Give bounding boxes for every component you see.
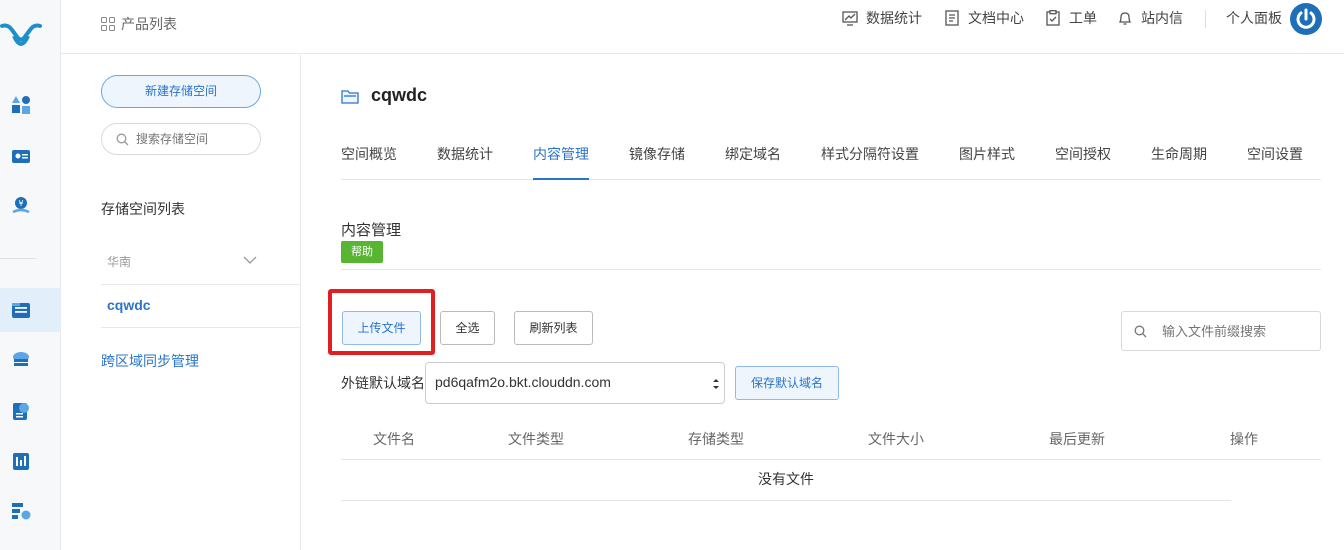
search-icon [116, 133, 129, 146]
avatar[interactable] [1290, 3, 1322, 35]
new-bucket-button[interactable]: 新建存储空间 [101, 75, 261, 108]
bucket-search[interactable] [101, 123, 261, 155]
tab-content-management[interactable]: 内容管理 [533, 144, 589, 180]
shapes-icon[interactable] [11, 95, 31, 115]
bucket-list-title: 存储空间列表 [101, 202, 185, 218]
bell-icon [1118, 12, 1132, 25]
divider [101, 327, 301, 328]
table-header: 文件名 文件类型 存储类型 文件大小 最后更新 操作 [341, 419, 1321, 460]
tab-settings[interactable]: 空间设置 [1247, 144, 1303, 180]
tab-overview[interactable]: 空间概览 [341, 144, 397, 180]
empty-state: 没有文件 [341, 460, 1231, 501]
select-arrows-icon [713, 379, 719, 389]
section-title: 内容管理 [341, 221, 402, 239]
product-list-label: 产品列表 [121, 17, 177, 33]
tab-lifecycle[interactable]: 生命周期 [1151, 144, 1207, 180]
nav-stats-label: 数据统计 [866, 11, 922, 27]
sidebar-item-cqwdc[interactable]: cqwdc [107, 297, 151, 313]
nav-ticket[interactable]: 工单 [1045, 8, 1097, 28]
help-badge[interactable]: 帮助 [341, 241, 383, 263]
rail-divider [0, 258, 36, 259]
default-domain-select[interactable]: pd6qafm2o.bkt.clouddn.com [425, 362, 725, 404]
select-all-button[interactable]: 全选 [440, 311, 495, 345]
icon-rail: ¥ [0, 0, 61, 550]
region-group[interactable]: 华南 [101, 245, 301, 285]
storage-icon[interactable] [11, 300, 31, 320]
tab-bind-domain[interactable]: 绑定域名 [725, 144, 781, 180]
tab-stats[interactable]: 数据统计 [437, 144, 493, 180]
document-icon [945, 10, 959, 26]
logo-icon[interactable] [0, 18, 42, 52]
section-divider [341, 269, 1321, 270]
col-filetype[interactable]: 文件类型 [508, 429, 564, 449]
nav-stats[interactable]: 数据统计 [842, 8, 922, 28]
default-domain-value: pd6qafm2o.bkt.clouddn.com [435, 374, 611, 390]
nav-docs-label: 文档中心 [968, 11, 1024, 27]
folder-icon [341, 89, 359, 104]
main-content: cqwdc 空间概览 数据统计 内容管理 镜像存储 绑定域名 样式分隔符设置 图… [301, 55, 1344, 550]
default-domain-label: 外链默认域名 [341, 376, 425, 392]
tab-mirror-storage[interactable]: 镜像存储 [629, 144, 685, 180]
tab-authorization[interactable]: 空间授权 [1055, 144, 1111, 180]
product-list-link[interactable]: 产品列表 [101, 14, 177, 34]
svg-text:¥: ¥ [18, 199, 23, 208]
top-header: 产品列表 数据统计 文档中心 工单 站内信 个人面板 [61, 0, 1344, 54]
col-actions: 操作 [1230, 432, 1258, 448]
chevron-down-icon [243, 256, 257, 264]
tab-bar: 空间概览 数据统计 内容管理 镜像存储 绑定域名 样式分隔符设置 图片样式 空间… [341, 141, 1321, 180]
col-storagetype[interactable]: 存储类型 [688, 429, 744, 449]
power-icon [1296, 8, 1316, 29]
finance-icon[interactable]: ¥ [11, 195, 31, 215]
nav-messages[interactable]: 站内信 [1117, 8, 1183, 28]
nav-messages-label: 站内信 [1141, 11, 1183, 27]
grid-icon [101, 17, 115, 31]
id-card-icon[interactable] [11, 146, 31, 166]
search-icon [1134, 325, 1147, 338]
save-default-domain-button[interactable]: 保存默认域名 [735, 366, 839, 400]
bucket-name: cqwdc [371, 85, 428, 105]
nav-docs[interactable]: 文档中心 [944, 8, 1024, 28]
personal-panel[interactable]: 个人面板 [1226, 8, 1282, 28]
cloud-server-icon[interactable] [11, 350, 31, 370]
bucket-search-input[interactable] [136, 129, 254, 149]
col-filename[interactable]: 文件名 [373, 429, 415, 449]
tab-image-style[interactable]: 图片样式 [959, 144, 1015, 180]
nav-ticket-label: 工单 [1069, 11, 1097, 27]
page-title: cqwdc [341, 85, 427, 106]
header-divider [1205, 10, 1206, 28]
file-search-input[interactable] [1162, 322, 1312, 342]
bucket-sidebar: 新建存储空间 存储空间列表 华南 cqwdc 跨区域同步管理 [61, 55, 301, 550]
region-label: 华南 [107, 255, 132, 269]
report-icon[interactable] [11, 401, 31, 421]
tab-style-separator[interactable]: 样式分隔符设置 [821, 144, 919, 180]
refresh-button[interactable]: 刷新列表 [514, 311, 593, 345]
personal-panel-label: 个人面板 [1226, 11, 1282, 27]
clipboard-icon [1046, 10, 1060, 26]
col-lastupdated[interactable]: 最后更新 [1049, 429, 1105, 449]
dashboard-icon[interactable] [11, 501, 31, 521]
col-filesize[interactable]: 文件大小 [868, 429, 924, 449]
upload-button[interactable]: 上传文件 [342, 311, 421, 345]
network-icon[interactable] [11, 451, 31, 471]
chart-icon [842, 11, 858, 26]
file-search[interactable] [1121, 311, 1321, 351]
cross-region-sync-link[interactable]: 跨区域同步管理 [101, 351, 199, 371]
